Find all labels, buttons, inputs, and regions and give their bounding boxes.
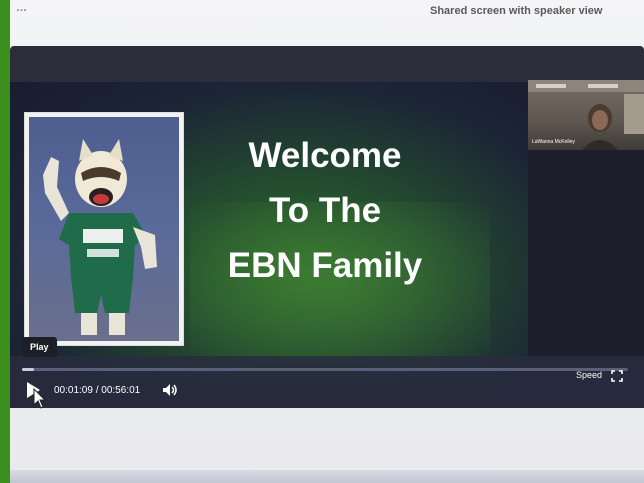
window-title-bar: … Shared screen with speaker view [10, 0, 644, 20]
welcome-line-2: To The [268, 191, 382, 230]
duration: 00:56:01 [101, 385, 141, 396]
mascot-photo-background [29, 117, 179, 341]
shared-slide: Welcome To The EBN Family [10, 82, 536, 398]
welcome-line-1: Welcome [248, 136, 402, 175]
time-separator: / [95, 385, 99, 396]
mouse-cursor-icon [33, 388, 46, 409]
time-display: 00:01:09 / 00:56:01 [54, 385, 140, 396]
volume-icon [163, 384, 177, 396]
lower-taskbar [10, 470, 644, 483]
screen: … Shared screen with speaker view Welcom… [10, 0, 644, 483]
volume-button[interactable] [162, 383, 178, 397]
speaker-name: LaWanna McKelley [532, 139, 575, 145]
welcome-heading: Welcome To The EBN Family [200, 128, 450, 293]
play-tooltip: Play [22, 337, 57, 357]
playback-controls: 00:01:09 / 00:56:01 Speed [10, 356, 644, 408]
fullscreen-icon [611, 370, 623, 382]
progress-fill [22, 368, 35, 371]
window-title: Shared screen with speaker view [430, 5, 603, 17]
mascot-illustration [43, 139, 157, 335]
speed-button[interactable]: Speed [576, 370, 602, 380]
video-player[interactable]: Welcome To The EBN Family LaWanna McKell… [10, 46, 644, 408]
speaker-video-tile[interactable]: LaWanna McKelley [528, 80, 644, 150]
welcome-line-3: EBN Family [227, 246, 423, 285]
current-time: 00:01:09 [54, 385, 93, 396]
fullscreen-button[interactable] [611, 369, 623, 382]
mascot-photo [24, 112, 184, 346]
progress-bar[interactable] [22, 368, 628, 371]
window-title-left: … [16, 2, 27, 14]
